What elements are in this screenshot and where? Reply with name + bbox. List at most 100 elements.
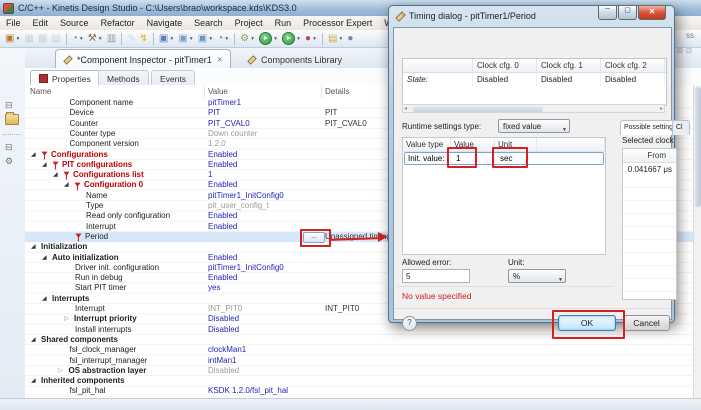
property-value[interactable]: pitTimer1_InitConfig0 xyxy=(208,263,284,273)
scroll-left-icon[interactable]: ◂ xyxy=(404,105,407,112)
property-value[interactable]: pit_user_config_t xyxy=(208,201,269,211)
dropdown-caret-icon[interactable]: ▼ xyxy=(15,36,20,42)
property-value[interactable]: Down counter xyxy=(208,129,257,139)
close-icon[interactable]: ✕ xyxy=(217,56,223,64)
runtime-settings-dropdown[interactable]: fixed value ▼ xyxy=(498,119,570,133)
property-value[interactable]: Enabled xyxy=(208,273,237,283)
tab-components-library[interactable]: Components Library xyxy=(239,49,350,69)
property-value[interactable]: Enabled xyxy=(208,180,237,190)
property-value[interactable]: Enabled xyxy=(208,211,237,221)
menu-file[interactable]: File xyxy=(0,16,27,30)
property-value[interactable]: yes xyxy=(208,283,220,293)
menu-processor-expert[interactable]: Processor Expert xyxy=(297,16,378,30)
property-value[interactable]: 1 xyxy=(208,170,212,180)
dropdown-caret-icon[interactable]: ▼ xyxy=(296,36,301,42)
property-value[interactable]: Disabled xyxy=(208,314,239,324)
help-button[interactable]: ? xyxy=(402,316,417,331)
property-value[interactable]: pitTimer1_InitConfig0 xyxy=(208,191,284,201)
column-header-name[interactable]: Name xyxy=(30,87,51,96)
minimize-view-icon[interactable]: ⊟ xyxy=(5,142,13,153)
column-header-value[interactable]: Value xyxy=(208,87,228,96)
editor-vertical-scrollbar[interactable] xyxy=(693,85,701,398)
clock-table-hscrollbar[interactable]: ◂ ▸ xyxy=(402,104,665,113)
collapse-arrow-icon[interactable]: ◢ xyxy=(42,294,47,304)
skip-breakpoints-icon[interactable]: ◔▼ xyxy=(71,32,85,46)
run-icon[interactable]: ▼ xyxy=(258,32,279,46)
open-element-icon[interactable]: ▤▼ xyxy=(327,32,344,46)
menu-navigate[interactable]: Navigate xyxy=(141,16,189,30)
menu-source[interactable]: Source xyxy=(54,16,95,30)
save-icon[interactable]: ▦ xyxy=(23,32,34,46)
minimize-view-icon[interactable]: ⊟ xyxy=(677,47,683,55)
property-value[interactable]: PIT_CVAL0 xyxy=(208,119,250,129)
dropdown-caret-icon[interactable]: ▼ xyxy=(169,36,174,42)
clean-icon[interactable]: ▥ xyxy=(106,32,117,46)
dropdown-caret-icon[interactable]: ▼ xyxy=(189,36,194,42)
property-row-fsl-interrupt-manager[interactable]: fsl_interrupt_managerintMan1 xyxy=(25,356,693,366)
lightning-icon[interactable]: ↯ xyxy=(139,32,149,46)
tab-clock-clipped[interactable]: Cl xyxy=(672,120,690,135)
property-row-os-abstraction-layer[interactable]: ▷OS abstraction layerDisabled xyxy=(25,366,693,376)
profile-icon[interactable]: ▼ xyxy=(281,32,302,46)
collapse-arrow-icon[interactable]: ◢ xyxy=(31,335,36,345)
collapse-arrow-icon[interactable]: ◢ xyxy=(31,150,36,160)
clock-config-state-row[interactable]: State:DisabledDisabledDisabledDisabled xyxy=(403,73,666,87)
pencil-icon[interactable]: ✎ xyxy=(126,32,136,46)
dropdown-caret-icon[interactable]: ▼ xyxy=(338,36,343,42)
menu-edit[interactable]: Edit xyxy=(27,16,55,30)
menu-project[interactable]: Project xyxy=(229,16,269,30)
subtab-properties[interactable]: Properties xyxy=(30,70,100,86)
wrench-view-icon[interactable]: ⚙ xyxy=(5,156,13,167)
property-value[interactable]: pitTimer1 xyxy=(208,98,241,108)
new-wizard-icon[interactable]: ▣▼ xyxy=(4,32,21,46)
new-source-icon[interactable]: ▣▼ xyxy=(158,32,175,46)
dropdown-caret-icon[interactable]: ▼ xyxy=(79,36,84,42)
dropdown-caret-icon[interactable]: ▼ xyxy=(312,36,317,42)
property-value[interactable]: PIT xyxy=(208,108,220,118)
property-value[interactable]: Enabled xyxy=(208,150,237,160)
property-row-fsl-pit-hal[interactable]: fsl_pit_halKSDK 1.2.0/fsl_pit_hal xyxy=(25,386,693,396)
hscroll-thumb[interactable] xyxy=(413,106,543,112)
debug-config-icon[interactable]: ⚙▼ xyxy=(239,32,256,46)
menu-run[interactable]: Run xyxy=(269,16,298,30)
coverage-icon[interactable]: ●▼ xyxy=(304,32,318,46)
maximize-button[interactable]: ▢ xyxy=(618,6,637,20)
collapse-arrow-icon[interactable]: ◢ xyxy=(64,180,69,190)
property-value[interactable]: intMan1 xyxy=(208,356,236,366)
menu-refactor[interactable]: Refactor xyxy=(95,16,141,30)
search-icon[interactable]: ● xyxy=(346,32,354,46)
property-value[interactable]: clockMan1 xyxy=(208,345,246,355)
collapse-arrow-icon[interactable]: ◢ xyxy=(42,160,47,170)
dropdown-caret-icon[interactable]: ▼ xyxy=(98,36,103,42)
minimize-button[interactable]: ─ xyxy=(598,6,617,20)
column-header-details[interactable]: Details xyxy=(325,87,349,96)
property-value[interactable]: Enabled xyxy=(208,222,237,232)
build-icon[interactable]: ⚒▼ xyxy=(87,32,104,46)
restore-view-icon[interactable]: ⊡ xyxy=(686,47,692,55)
new-project-icon[interactable]: ▣▼ xyxy=(177,32,194,46)
property-value[interactable]: Enabled xyxy=(208,160,237,170)
property-row-fsl-clock-manager[interactable]: fsl_clock_managerclockMan1 xyxy=(25,345,693,355)
property-value[interactable]: KSDK 1.2.0/fsl_pit_hal xyxy=(208,386,288,396)
property-row-inherited-components[interactable]: ◢Inherited components xyxy=(25,376,693,386)
menu-search[interactable]: Search xyxy=(188,16,229,30)
palette-folder-icon[interactable] xyxy=(5,114,19,125)
allowed-error-input[interactable] xyxy=(402,269,470,283)
property-value[interactable]: Disabled xyxy=(208,325,239,335)
property-value[interactable]: Disabled xyxy=(208,366,239,376)
subtab-methods[interactable]: Methods xyxy=(98,70,149,86)
dropdown-caret-icon[interactable]: ▼ xyxy=(208,36,213,42)
scroll-right-icon[interactable]: ▸ xyxy=(660,105,663,112)
unit-dropdown[interactable]: % ▼ xyxy=(508,269,566,283)
dropdown-caret-icon[interactable]: ▼ xyxy=(250,36,255,42)
expand-arrow-icon[interactable]: ▷ xyxy=(64,314,69,324)
print-icon[interactable]: ▤ xyxy=(50,32,61,46)
cancel-button[interactable]: Cancel xyxy=(623,315,670,331)
scrollbar-thumb[interactable] xyxy=(695,87,701,207)
restore-view-icon[interactable]: ⊟ xyxy=(5,100,13,111)
new-class-icon[interactable]: ▣▼ xyxy=(197,32,214,46)
dropdown-caret-icon[interactable]: ▼ xyxy=(224,36,229,42)
close-button[interactable]: ✕ xyxy=(638,6,666,20)
collapse-arrow-icon[interactable]: ◢ xyxy=(31,242,36,252)
refresh-icon[interactable]: ◔▼ xyxy=(216,32,230,46)
